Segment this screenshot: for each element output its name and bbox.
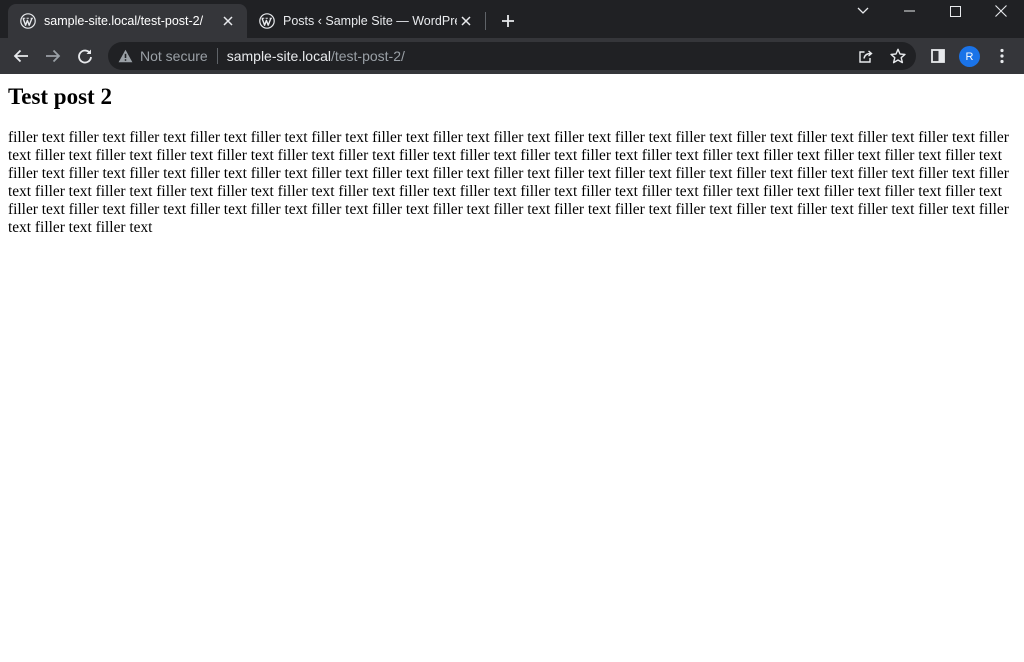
page-content: Test post 2 filler text filler text fill… xyxy=(0,83,1024,237)
post-body: filler text filler text filler text fill… xyxy=(8,129,1009,236)
arrow-right-icon xyxy=(46,49,61,63)
new-tab-button[interactable] xyxy=(496,9,520,33)
share-icon xyxy=(859,50,873,63)
tab-separator xyxy=(485,12,486,30)
tab-wordpress-posts[interactable]: Posts ‹ Sample Site — WordPress xyxy=(247,4,485,38)
security-chip[interactable]: Not secure xyxy=(118,42,208,70)
wordpress-icon xyxy=(259,13,275,29)
post-title: Test post 2 xyxy=(8,84,112,109)
url-path: /test-post-2/ xyxy=(330,48,405,64)
forward-button[interactable] xyxy=(39,42,67,70)
maximize-icon xyxy=(949,5,961,17)
arrow-left-icon xyxy=(13,49,28,63)
wordpress-icon xyxy=(20,13,36,29)
url-text[interactable]: sample-site.local/test-post-2/ xyxy=(227,48,405,64)
tab-search-button[interactable] xyxy=(840,0,886,22)
url-host: sample-site.local xyxy=(226,48,331,64)
side-panel-icon xyxy=(931,49,945,63)
tab-title: Posts ‹ Sample Site — WordPress xyxy=(283,14,457,28)
minimize-icon xyxy=(903,10,915,12)
bookmark-star-button[interactable] xyxy=(888,46,908,66)
tab-strip: sample-site.local/test-post-2/ Posts ‹ S… xyxy=(0,0,1024,38)
maximize-button[interactable] xyxy=(932,0,978,22)
page-viewport: Test post 2 filler text filler text fill… xyxy=(0,74,1024,662)
close-window-button[interactable] xyxy=(978,0,1024,22)
chevron-down-icon xyxy=(857,7,869,14)
side-panel-button[interactable] xyxy=(924,42,952,70)
warning-icon xyxy=(118,49,133,63)
profile-avatar[interactable]: R xyxy=(959,46,980,67)
close-tab-icon[interactable] xyxy=(457,12,475,30)
browser-window: sample-site.local/test-post-2/ Posts ‹ S… xyxy=(0,0,1024,662)
share-button[interactable] xyxy=(856,46,876,66)
reload-icon xyxy=(78,49,92,64)
plus-icon xyxy=(502,15,514,27)
menu-button[interactable] xyxy=(988,42,1016,70)
minimize-button[interactable] xyxy=(886,0,932,22)
reload-button[interactable] xyxy=(71,42,99,70)
tab-title: sample-site.local/test-post-2/ xyxy=(44,14,204,28)
security-label: Not secure xyxy=(140,48,208,64)
back-button[interactable] xyxy=(7,42,35,70)
omnibox-divider xyxy=(216,48,218,64)
more-vertical-icon xyxy=(1000,48,1004,64)
star-icon xyxy=(890,48,906,64)
close-icon xyxy=(995,5,1007,17)
address-bar[interactable]: Not secure sample-site.local/test-post-2… xyxy=(108,42,916,70)
tab-test-post-2[interactable]: sample-site.local/test-post-2/ xyxy=(8,4,247,38)
browser-toolbar: Not secure sample-site.local/test-post-2… xyxy=(0,38,1024,74)
close-tab-icon[interactable] xyxy=(219,12,237,30)
